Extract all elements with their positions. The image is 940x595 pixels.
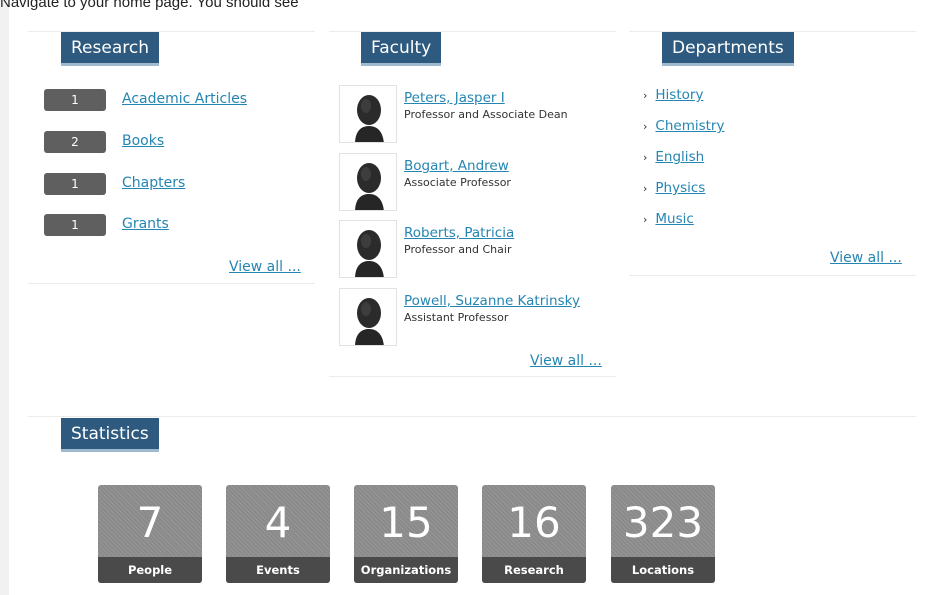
faculty-name-link[interactable]: Roberts, Patricia xyxy=(404,225,514,241)
count-badge: 2 xyxy=(44,131,106,153)
departments-view-all-link[interactable]: View all ... xyxy=(830,250,902,266)
faculty-title: Professor and Associate Dean xyxy=(404,108,568,121)
stat-tile-organizations[interactable]: 15 Organizations xyxy=(354,485,458,583)
department-item: › Music xyxy=(643,211,694,227)
department-item: › Chemistry xyxy=(643,118,724,134)
faculty-title: Professor and Chair xyxy=(404,243,512,256)
stat-label: People xyxy=(98,557,202,583)
research-link-academic-articles[interactable]: Academic Articles xyxy=(122,91,247,107)
statistics-heading: Statistics xyxy=(61,418,159,452)
department-link-chemistry[interactable]: Chemistry xyxy=(655,118,724,134)
department-item: › English xyxy=(643,149,704,165)
faculty-section: Faculty Peters, Jasper I Professor and A… xyxy=(329,31,616,377)
stat-label: Research xyxy=(482,557,586,583)
count-badge: 1 xyxy=(44,89,106,111)
faculty-heading: Faculty xyxy=(361,32,442,66)
stat-label: Organizations xyxy=(354,557,458,583)
faculty-view-all-link[interactable]: View all ... xyxy=(530,353,602,369)
chevron-right-icon: › xyxy=(643,120,648,133)
faculty-item: Peters, Jasper I Professor and Associate… xyxy=(339,85,609,143)
stat-label: Events xyxy=(226,557,330,583)
department-link-english[interactable]: English xyxy=(655,149,704,165)
research-heading: Research xyxy=(61,32,159,66)
stat-tile-people[interactable]: 7 People xyxy=(98,485,202,583)
stat-tile-events[interactable]: 4 Events xyxy=(226,485,330,583)
department-link-physics[interactable]: Physics xyxy=(655,180,705,196)
person-silhouette-icon xyxy=(339,85,397,143)
chevron-right-icon: › xyxy=(643,213,648,226)
faculty-name-link[interactable]: Peters, Jasper I xyxy=(404,90,505,106)
person-silhouette-icon xyxy=(339,153,397,211)
research-link-books[interactable]: Books xyxy=(122,133,164,149)
faculty-item: Roberts, Patricia Professor and Chair xyxy=(339,220,609,278)
faculty-item: Powell, Suzanne Katrinsky Assistant Prof… xyxy=(339,288,609,346)
department-item: › Physics xyxy=(643,180,705,196)
department-item: › History xyxy=(643,87,703,103)
department-link-history[interactable]: History xyxy=(655,87,703,103)
research-link-grants[interactable]: Grants xyxy=(122,216,169,232)
faculty-title: Associate Professor xyxy=(404,176,511,189)
stat-tile-locations[interactable]: 323 Locations xyxy=(611,485,715,583)
statistics-section xyxy=(28,416,916,417)
department-link-music[interactable]: Music xyxy=(655,211,693,227)
faculty-title: Assistant Professor xyxy=(404,311,509,324)
research-section: Research 1 Academic Articles 2 Books 1 C… xyxy=(28,31,315,284)
count-badge: 1 xyxy=(44,214,106,236)
departments-heading: Departments xyxy=(662,32,794,66)
count-badge: 1 xyxy=(44,173,106,195)
research-view-all-link[interactable]: View all ... xyxy=(229,259,301,275)
chevron-right-icon: › xyxy=(643,89,648,102)
departments-section: Departments › History › Chemistry › English… xyxy=(629,31,916,276)
chevron-right-icon: › xyxy=(643,151,648,164)
person-silhouette-icon xyxy=(339,220,397,278)
research-link-chapters[interactable]: Chapters xyxy=(122,175,185,191)
stat-value: 4 xyxy=(264,498,292,547)
faculty-name-link[interactable]: Bogart, Andrew xyxy=(404,158,509,174)
left-gutter xyxy=(0,0,9,595)
faculty-item: Bogart, Andrew Associate Professor xyxy=(339,153,609,211)
person-silhouette-icon xyxy=(339,288,397,346)
chevron-right-icon: › xyxy=(643,182,648,195)
stat-value: 7 xyxy=(136,498,164,547)
stat-value: 323 xyxy=(622,498,704,547)
faculty-name-link[interactable]: Powell, Suzanne Katrinsky xyxy=(404,293,580,309)
stat-tile-research[interactable]: 16 Research xyxy=(482,485,586,583)
stat-label: Locations xyxy=(611,557,715,583)
stat-value: 15 xyxy=(379,498,433,547)
intro-text: Navigate to your home page. You should s… xyxy=(0,0,299,11)
stat-value: 16 xyxy=(507,498,561,547)
